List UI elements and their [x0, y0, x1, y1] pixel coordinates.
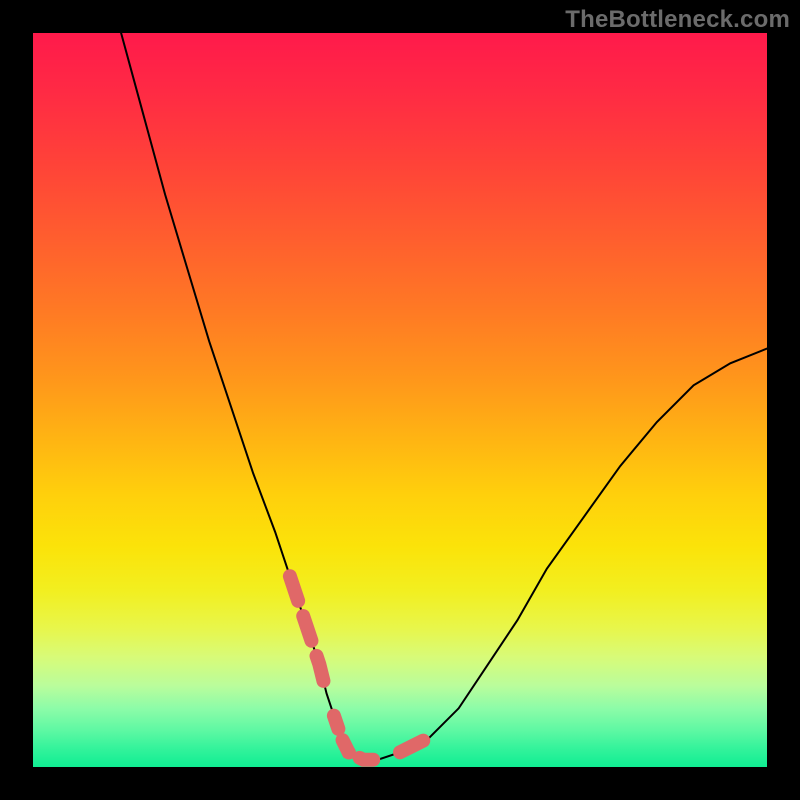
highlight-left-upper [290, 576, 327, 693]
bottleneck-curve [121, 33, 767, 760]
curve-svg [33, 33, 767, 767]
highlight-right-upper [400, 738, 429, 753]
highlight-trough [334, 716, 378, 760]
watermark-text: TheBottleneck.com [565, 6, 790, 34]
chart-canvas: TheBottleneck.com [0, 0, 800, 800]
plot-area [33, 33, 767, 767]
